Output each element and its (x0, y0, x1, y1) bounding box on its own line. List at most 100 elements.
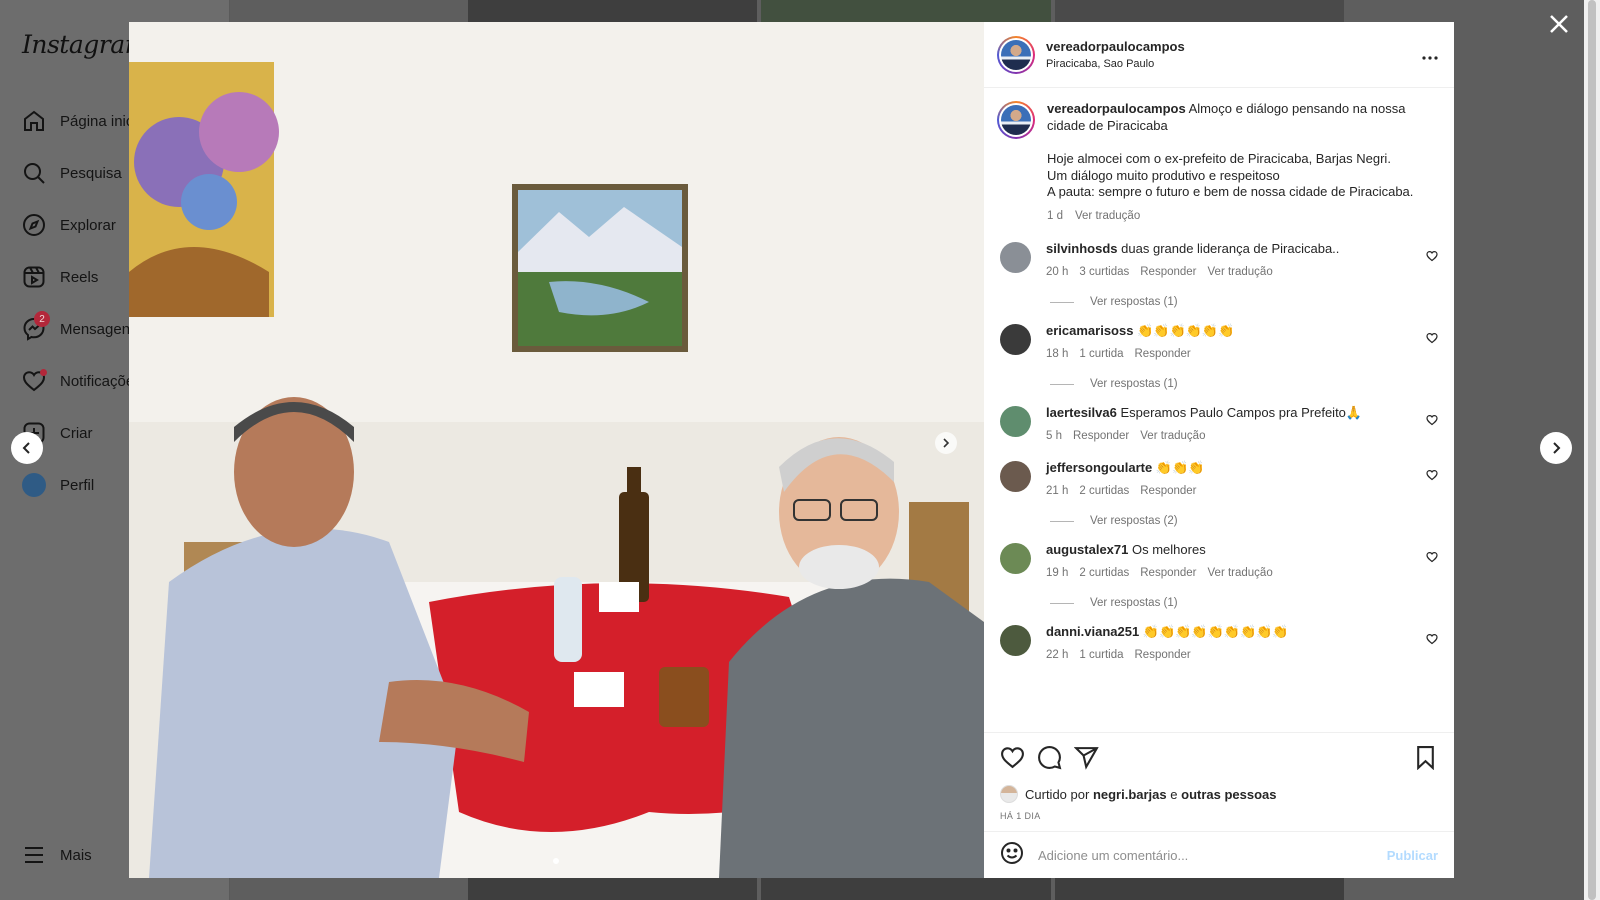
close-button[interactable] (1547, 12, 1571, 36)
search-icon (24, 163, 45, 184)
comment-likes[interactable]: 1 curtida (1079, 646, 1123, 664)
sidebar-item-label: Criar (60, 424, 93, 442)
view-replies-button[interactable]: Ver respostas (2) (1050, 515, 1454, 527)
carousel-dot (553, 858, 559, 864)
commenter-avatar[interactable] (1000, 406, 1031, 437)
caption-time: 1 d (1047, 209, 1063, 222)
replies-divider (1050, 301, 1074, 303)
heart-icon-wrap (22, 369, 47, 393)
comment-body: danni.viana251 👏👏👏👏👏👏👏👏👏 22 h 1 curtida Res… (1046, 623, 1406, 664)
comment-body: jeffersongoularte 👏👏👏 21 h 2 curtidas Respo… (1046, 459, 1406, 500)
add-comment-bar: Adicione um comentário... Publicar (984, 831, 1454, 879)
comment-like-icon[interactable] (1426, 469, 1438, 481)
sidebar-item-profile[interactable]: Perfil (22, 470, 94, 500)
translate-link[interactable]: Ver tradução (1140, 427, 1205, 445)
feed-tile (761, 878, 1051, 900)
comment-like-icon[interactable] (1426, 332, 1438, 344)
previous-post-button[interactable] (11, 432, 43, 464)
comment-like-icon[interactable] (1426, 551, 1438, 563)
liked-others-link[interactable]: outras pessoas (1181, 787, 1276, 802)
author-avatar[interactable] (997, 35, 1035, 74)
commenter-avatar[interactable] (1000, 625, 1031, 656)
liked-by: Curtido por negri.barjas e outras pessoa… (1000, 785, 1277, 803)
comment-likes[interactable]: 3 curtidas (1079, 263, 1129, 281)
reply-button[interactable]: Responder (1140, 564, 1196, 582)
comment-time: 22 h (1046, 649, 1069, 661)
post-location[interactable]: Piracicaba, Sao Paulo (1046, 58, 1185, 70)
comment-like-icon[interactable] (1426, 414, 1438, 426)
view-replies-button[interactable]: Ver respostas (1) (1050, 378, 1454, 390)
caption-paragraph: A pauta: sempre o futuro e bem de nossa … (1047, 184, 1414, 199)
like-button[interactable] (1000, 745, 1025, 775)
page-scrollbar[interactable] (1584, 0, 1600, 900)
comment-meta: 5 h Responder Ver tradução (1046, 427, 1406, 445)
sidebar-item-notifications[interactable]: Notificações (22, 366, 142, 396)
comment-body: augustalex71 Os melhores 19 h 2 curtidas Re… (1046, 541, 1406, 582)
commenter-username[interactable]: silvinhosds (1046, 241, 1118, 256)
more-options-button[interactable] (1422, 49, 1438, 60)
caption-username[interactable]: vereadorpaulocampos (1047, 101, 1186, 116)
heart-icon (1001, 747, 1024, 769)
liker-username[interactable]: negri.barjas (1093, 787, 1167, 802)
reply-button[interactable]: Responder (1073, 427, 1129, 445)
save-button[interactable] (1413, 745, 1438, 775)
post-header: vereadorpaulocampos Piracicaba, Sao Paul… (984, 22, 1454, 88)
translate-link[interactable]: Ver tradução (1075, 208, 1140, 225)
sidebar-item-reels[interactable]: Reels (22, 262, 98, 292)
comments-list[interactable]: vereadorpaulocampos Almoço e diálogo pen… (984, 89, 1454, 729)
sidebar-item-search[interactable]: Pesquisa (22, 158, 122, 188)
scrollbar-thumb[interactable] (1588, 0, 1596, 900)
comment: silvinhosds duas grande liderança de Pir… (984, 240, 1454, 281)
feed-background-top (468, 0, 1344, 22)
comment-likes[interactable]: 2 curtidas (1079, 564, 1129, 582)
author-username[interactable]: vereadorpaulocampos (1046, 39, 1185, 54)
sidebar-item-explore[interactable]: Explorar (22, 210, 116, 240)
emoji-button[interactable] (1000, 841, 1024, 870)
comment-like-icon[interactable] (1426, 250, 1438, 262)
commenter-username[interactable]: laertesilva6 (1046, 405, 1117, 420)
sidebar-item-label: Mais (60, 846, 92, 864)
emoji-icon (1001, 842, 1023, 864)
view-replies-label: Ver respostas (1) (1090, 597, 1178, 609)
comment-likes[interactable]: 1 curtida (1079, 345, 1123, 363)
commenter-username[interactable]: ericamarisoss (1046, 323, 1133, 338)
post-photo[interactable] (129, 22, 984, 878)
view-replies-button[interactable]: Ver respostas (1) (1050, 597, 1454, 609)
feed-tile (468, 0, 758, 22)
publish-button[interactable]: Publicar (1387, 848, 1438, 863)
commenter-username[interactable]: jeffersongoularte (1046, 460, 1152, 475)
comment-like-icon[interactable] (1426, 633, 1438, 645)
comment-body: silvinhosds duas grande liderança de Pir… (1046, 240, 1406, 281)
close-icon (1550, 15, 1568, 33)
more-horizontal-icon (1422, 56, 1438, 60)
translate-link[interactable]: Ver tradução (1208, 263, 1273, 281)
comment-time: 18 h (1046, 348, 1069, 360)
author-avatar[interactable] (997, 101, 1035, 139)
reply-button[interactable]: Responder (1135, 646, 1191, 664)
reply-button[interactable]: Responder (1140, 263, 1196, 281)
commenter-avatar[interactable] (1000, 242, 1031, 273)
next-post-button[interactable] (1540, 432, 1572, 464)
reply-button[interactable]: Responder (1140, 482, 1196, 500)
sidebar-item-label: Perfil (60, 476, 95, 494)
commenter-avatar[interactable] (1000, 461, 1031, 492)
comment-text: 👏👏👏 (1155, 460, 1205, 475)
reply-button[interactable]: Responder (1135, 345, 1191, 363)
view-replies-button[interactable]: Ver respostas (1) (1050, 296, 1454, 308)
sidebar-item-messages[interactable]: 2 Mensagens (22, 311, 138, 344)
share-button[interactable] (1073, 745, 1099, 775)
sidebar-item-label: Pesquisa (60, 164, 122, 182)
sidebar-item-label: Mensagens (60, 320, 138, 338)
sidebar-item-more[interactable]: Mais (22, 840, 92, 870)
comment-button[interactable] (1037, 745, 1062, 775)
translate-link[interactable]: Ver tradução (1208, 564, 1273, 582)
commenter-avatar[interactable] (1000, 543, 1031, 574)
commenter-avatar[interactable] (1000, 324, 1031, 355)
replies-divider (1050, 383, 1074, 385)
comment: laertesilva6 Esperamos Paulo Campos pra … (984, 404, 1454, 445)
commenter-username[interactable]: danni.viana251 (1046, 624, 1139, 639)
comment-input[interactable]: Adicione um comentário... (1038, 848, 1387, 863)
comment-likes[interactable]: 2 curtidas (1079, 482, 1129, 500)
commenter-username[interactable]: augustalex71 (1046, 542, 1128, 557)
photo-next-button[interactable] (935, 432, 957, 454)
